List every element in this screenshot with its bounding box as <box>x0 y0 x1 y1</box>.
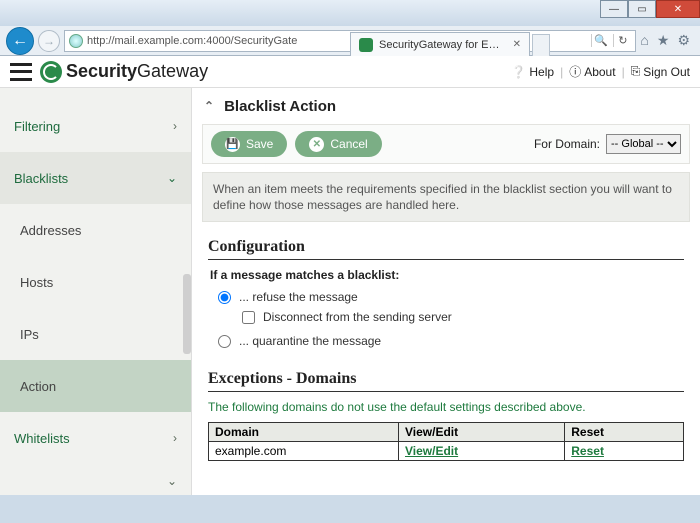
configuration-heading: Configuration <box>208 238 684 260</box>
configuration-section: Configuration If a message matches a bla… <box>208 238 684 354</box>
quarantine-radio[interactable] <box>218 335 231 348</box>
sidebar-item-whitelists[interactable]: Whitelists › <box>0 412 191 464</box>
sidebar-item-blacklists[interactable]: Blacklists ⌄ <box>0 152 191 204</box>
search-icon[interactable]: 🔍 <box>591 34 609 47</box>
option-disconnect[interactable]: Disconnect from the sending server <box>242 310 684 324</box>
col-domain: Domain <box>209 423 399 442</box>
browser-back-button[interactable]: ← <box>6 27 34 55</box>
browser-tab[interactable]: SecurityGateway for Email S... ✕ <box>350 32 530 56</box>
app-header: SecurityGateway ❔Help | ⓘAbout | ⎘Sign O… <box>0 56 700 88</box>
favorites-icon[interactable]: ★ <box>657 32 670 49</box>
sidebar-sub-addresses[interactable]: Addresses <box>0 204 191 256</box>
chevron-right-icon: › <box>173 119 177 133</box>
tools-icon[interactable]: ⚙ <box>677 32 690 49</box>
tab-title: SecurityGateway for Email S... <box>379 39 507 51</box>
toolbar: 💾 Save ✕ Cancel For Domain: -- Global -- <box>202 124 690 164</box>
view-edit-link[interactable]: View/Edit <box>405 444 458 458</box>
sidebar-scrollbar[interactable] <box>183 274 191 354</box>
sidebar-item-truncated[interactable] <box>0 88 191 100</box>
sidebar-item-label: Blacklists <box>14 171 68 186</box>
signout-link[interactable]: ⎘Sign Out <box>631 64 690 79</box>
table-row: example.com View/Edit Reset <box>209 442 684 461</box>
cancel-button[interactable]: ✕ Cancel <box>295 131 381 157</box>
configuration-lead: If a message matches a blacklist: <box>210 268 684 282</box>
refresh-icon[interactable]: ↻ <box>613 34 631 47</box>
tab-favicon <box>359 38 373 52</box>
sidebar-item-more[interactable]: ⌄ <box>0 464 191 495</box>
brand-text: SecurityGateway <box>66 61 208 82</box>
exceptions-section: Exceptions - Domains The following domai… <box>208 370 684 461</box>
chevron-down-icon: ⌄ <box>167 474 177 488</box>
window-titlebar: — ▭ ✕ <box>0 0 700 26</box>
reset-link[interactable]: Reset <box>571 444 604 458</box>
cancel-icon: ✕ <box>309 137 324 152</box>
main-content: ⌃ Blacklist Action 💾 Save ✕ Cancel For D… <box>192 88 700 495</box>
for-domain-label: For Domain: <box>534 137 600 151</box>
save-button[interactable]: 💾 Save <box>211 131 287 157</box>
chevron-right-icon: › <box>173 431 177 445</box>
option-refuse[interactable]: ... refuse the message <box>218 290 684 304</box>
tab-close-icon[interactable]: ✕ <box>513 39 521 50</box>
browser-forward-button[interactable]: → <box>38 30 60 52</box>
help-icon: ❔ <box>511 65 526 79</box>
option-quarantine[interactable]: ... quarantine the message <box>218 334 684 348</box>
app-frame: SecurityGateway ❔Help | ⓘAbout | ⎘Sign O… <box>0 56 700 495</box>
disconnect-checkbox[interactable] <box>242 311 255 324</box>
window-minimize-button[interactable]: — <box>600 0 628 18</box>
save-icon: 💾 <box>225 137 240 152</box>
description-box: When an item meets the requirements spec… <box>202 172 690 222</box>
signout-icon: ⎘ <box>631 64 641 79</box>
exceptions-intro: The following domains do not use the def… <box>208 400 684 414</box>
exceptions-table: Domain View/Edit Reset example.com View/… <box>208 422 684 461</box>
cell-domain: example.com <box>209 442 399 461</box>
sidebar-item-label: Whitelists <box>14 431 70 446</box>
new-tab-button[interactable] <box>532 34 550 56</box>
sidebar-item-filtering[interactable]: Filtering › <box>0 100 191 152</box>
window-close-button[interactable]: ✕ <box>656 0 700 18</box>
collapse-icon[interactable]: ⌃ <box>204 99 214 113</box>
col-viewedit: View/Edit <box>399 423 565 442</box>
sidebar: Filtering › Blacklists ⌄ Addresses Hosts… <box>0 88 192 495</box>
refuse-radio[interactable] <box>218 291 231 304</box>
exceptions-heading: Exceptions - Domains <box>208 370 684 392</box>
for-domain-select[interactable]: -- Global -- <box>606 134 681 154</box>
help-link[interactable]: ❔Help <box>511 65 554 79</box>
chevron-down-icon: ⌄ <box>167 171 177 185</box>
for-domain-control: For Domain: -- Global -- <box>534 134 681 154</box>
menu-icon[interactable] <box>10 63 32 81</box>
about-link[interactable]: ⓘAbout <box>569 63 615 80</box>
sidebar-sub-hosts[interactable]: Hosts <box>0 256 191 308</box>
info-icon: ⓘ <box>569 63 581 80</box>
site-favicon <box>69 34 83 48</box>
sidebar-sub-ips[interactable]: IPs <box>0 308 191 360</box>
page-title-row: ⌃ Blacklist Action <box>192 88 700 124</box>
col-reset: Reset <box>565 423 684 442</box>
sidebar-item-label: Filtering <box>14 119 60 134</box>
home-icon[interactable]: ⌂ <box>640 32 648 49</box>
window-maximize-button[interactable]: ▭ <box>628 0 656 18</box>
page-title: Blacklist Action <box>224 98 336 115</box>
sidebar-sub-action[interactable]: Action <box>0 360 191 412</box>
brand-logo-icon <box>40 61 62 83</box>
